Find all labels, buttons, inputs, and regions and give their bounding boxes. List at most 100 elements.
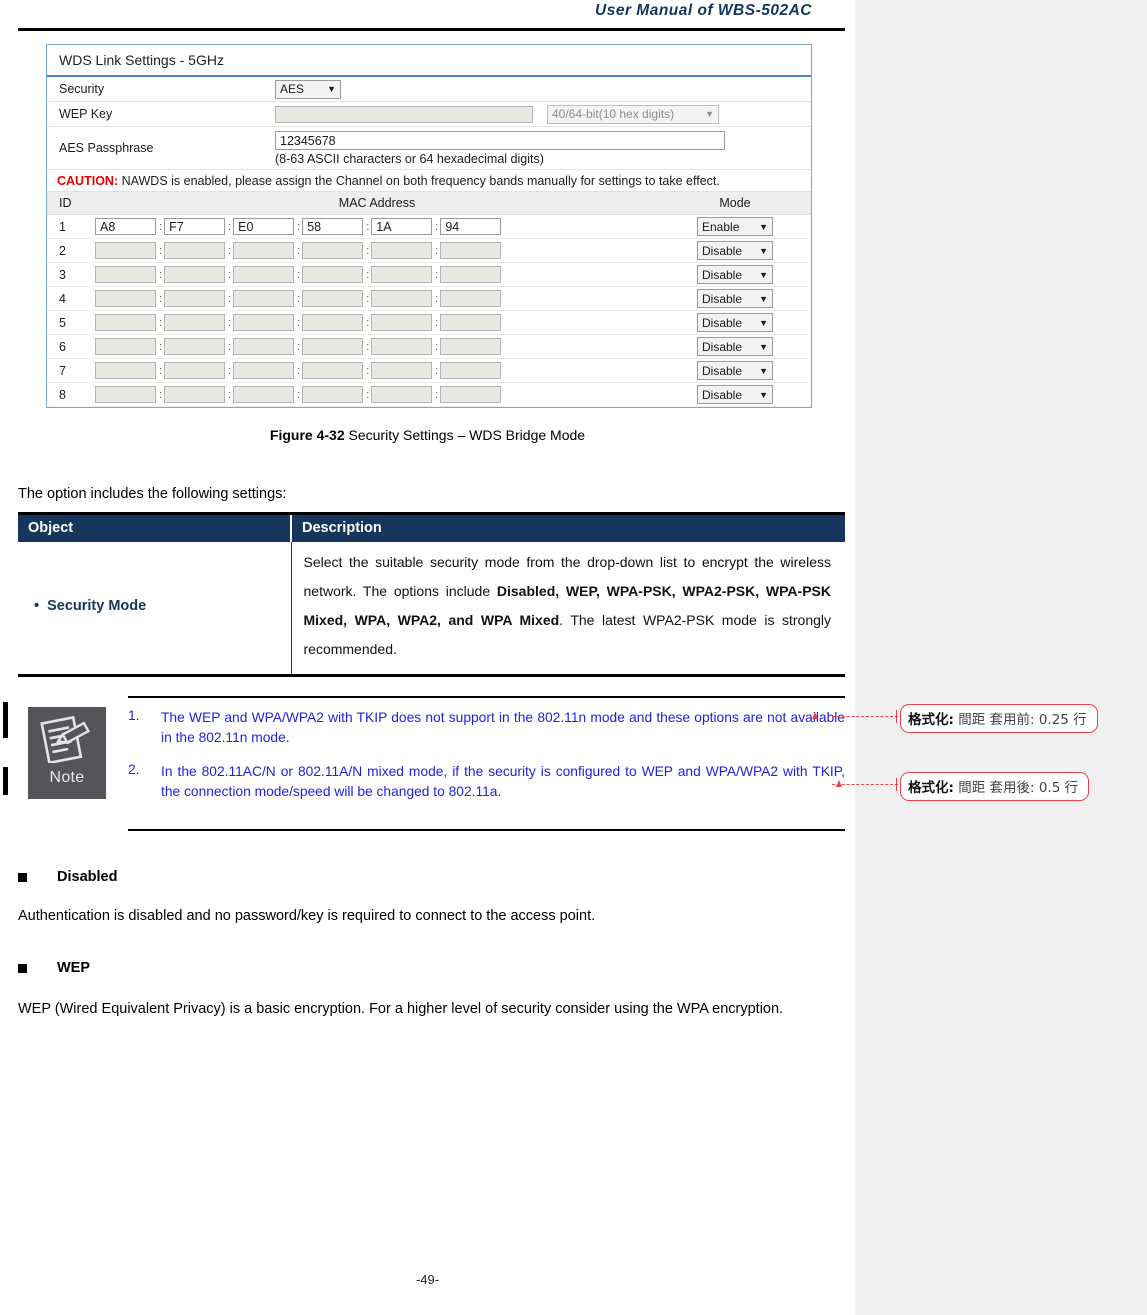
mac-octet-input[interactable] — [164, 362, 226, 379]
mac-octet-input[interactable] — [440, 290, 502, 307]
figure-label: Figure 4-32 — [269, 427, 345, 443]
mac-octet-input[interactable] — [440, 386, 502, 403]
mac-octet-input[interactable] — [95, 266, 156, 283]
object-description-table: Object Description • Security Mode Select… — [18, 512, 845, 678]
figure-caption: Figure 4-32 Security Settings – WDS Brid… — [0, 427, 855, 443]
mode-select[interactable]: Disable ▼ — [697, 313, 773, 332]
caution-text: NAWDS is enabled, please assign the Chan… — [121, 174, 720, 188]
mode-select[interactable]: Disable ▼ — [697, 337, 773, 356]
wep-key-input[interactable] — [275, 105, 533, 123]
mode-cell: Disable ▼ — [659, 286, 811, 311]
mac-octet-input[interactable] — [302, 290, 364, 307]
mac-octet-input[interactable] — [302, 386, 364, 403]
note-icon-label: Note — [49, 769, 85, 786]
mode-select-value: Disable — [702, 243, 743, 258]
mac-octet-input[interactable] — [440, 362, 502, 379]
mac-octet-input[interactable] — [233, 266, 295, 283]
intro-line: The option includes the following settin… — [18, 486, 287, 502]
table-row: 6::::: Disable ▼ — [47, 334, 811, 359]
table-row: 5::::: Disable ▼ — [47, 310, 811, 335]
mac-octet-input[interactable] — [95, 362, 156, 379]
mac-octet-input[interactable] — [233, 338, 295, 355]
mode-select[interactable]: Disable ▼ — [697, 385, 773, 404]
mac-octet-input[interactable] — [95, 218, 156, 235]
mac-octet-input[interactable] — [164, 314, 226, 331]
mac-octet-input[interactable] — [95, 290, 156, 307]
column-header-mac: MAC Address — [95, 191, 659, 215]
mac-octet-input[interactable] — [164, 338, 226, 355]
mac-separator: : — [435, 244, 439, 257]
mac-octet-input[interactable] — [233, 386, 295, 403]
aes-passphrase-input[interactable] — [275, 131, 725, 150]
mac-octet-input[interactable] — [95, 314, 156, 331]
mode-select[interactable]: Enable ▼ — [697, 217, 773, 236]
square-bullet-icon — [18, 963, 27, 973]
mode-select[interactable]: Disable ▼ — [697, 361, 773, 380]
bullet-icon: • — [34, 598, 40, 615]
row-id: 5 — [47, 310, 95, 335]
chevron-down-icon: ▼ — [705, 109, 714, 119]
mac-octet-input[interactable] — [302, 338, 364, 355]
security-select[interactable]: AES ▼ — [275, 79, 341, 99]
mac-octet-input[interactable] — [302, 362, 364, 379]
mac-octet-input[interactable] — [302, 266, 364, 283]
mode-cell: Disable ▼ — [659, 238, 811, 263]
callout-anchor-arrow — [812, 712, 818, 719]
mac-separator: : — [366, 316, 370, 329]
mac-octet-input[interactable] — [233, 242, 295, 259]
mac-octet-input[interactable] — [164, 290, 226, 307]
mac-octet-input[interactable] — [233, 314, 295, 331]
mac-address-cell: ::::: — [95, 334, 659, 359]
mac-separator: : — [297, 292, 301, 305]
row-id: 1 — [47, 214, 95, 239]
format-callout: 格式化: 間距 套用後: 0.5 行 — [900, 772, 1090, 801]
mode-cell: Disable ▼ — [659, 358, 811, 383]
mac-octet-input[interactable] — [302, 218, 364, 235]
mac-octet-input[interactable] — [95, 338, 156, 355]
object-label: Security Mode — [47, 598, 147, 615]
mode-cell: Disable ▼ — [659, 382, 811, 407]
row-id: 8 — [47, 382, 95, 407]
wep-key-label: WEP Key — [59, 107, 113, 121]
mac-octet-input[interactable] — [371, 338, 433, 355]
mac-octet-input[interactable] — [233, 290, 295, 307]
mac-octet-input[interactable] — [233, 362, 295, 379]
section-paragraph-wep: WEP (Wired Equivalent Privacy) is a basi… — [18, 1001, 784, 1017]
mac-octet-input[interactable] — [440, 242, 502, 259]
mac-octet-input[interactable] — [164, 218, 226, 235]
mode-select[interactable]: Disable ▼ — [697, 241, 773, 260]
mac-octet-input[interactable] — [302, 242, 364, 259]
mac-octet-input[interactable] — [233, 218, 295, 235]
mode-select[interactable]: Disable ▼ — [697, 289, 773, 308]
mac-octet-input[interactable] — [371, 242, 433, 259]
mac-octet-input[interactable] — [371, 362, 433, 379]
mac-octet-input[interactable] — [440, 218, 502, 235]
note-bottom-rule — [128, 829, 845, 831]
mode-select[interactable]: Disable ▼ — [697, 265, 773, 284]
mac-octet-input[interactable] — [95, 386, 156, 403]
mac-octet-input[interactable] — [440, 338, 502, 355]
mac-octet-input[interactable] — [164, 266, 226, 283]
mac-octet-input[interactable] — [440, 266, 502, 283]
mac-address-cell: ::::: — [95, 310, 659, 335]
wep-key-type-select[interactable]: 40/64-bit(10 hex digits) ▼ — [547, 104, 719, 124]
aes-passphrase-row: AES Passphrase (8-63 ASCII characters or… — [47, 127, 811, 170]
mac-octet-input[interactable] — [371, 266, 433, 283]
mac-octet-input[interactable] — [371, 218, 433, 235]
mac-octet-input[interactable] — [95, 242, 156, 259]
mac-separator: : — [366, 292, 370, 305]
note-item-text: In the 802.11AC/N or 802.11A/N mixed mod… — [161, 764, 845, 799]
mac-octet-input[interactable] — [164, 242, 226, 259]
mac-octet-input[interactable] — [164, 386, 226, 403]
row-id: 3 — [47, 262, 95, 287]
mac-octet-input[interactable] — [440, 314, 502, 331]
mac-separator: : — [435, 388, 439, 401]
mac-octet-input[interactable] — [371, 386, 433, 403]
mac-separator: : — [228, 388, 232, 401]
mac-separator: : — [435, 268, 439, 281]
mac-octet-input[interactable] — [302, 314, 364, 331]
mac-octet-input[interactable] — [371, 290, 433, 307]
mode-cell: Disable ▼ — [659, 262, 811, 287]
chevron-down-icon: ▼ — [759, 293, 768, 304]
mac-octet-input[interactable] — [371, 314, 433, 331]
